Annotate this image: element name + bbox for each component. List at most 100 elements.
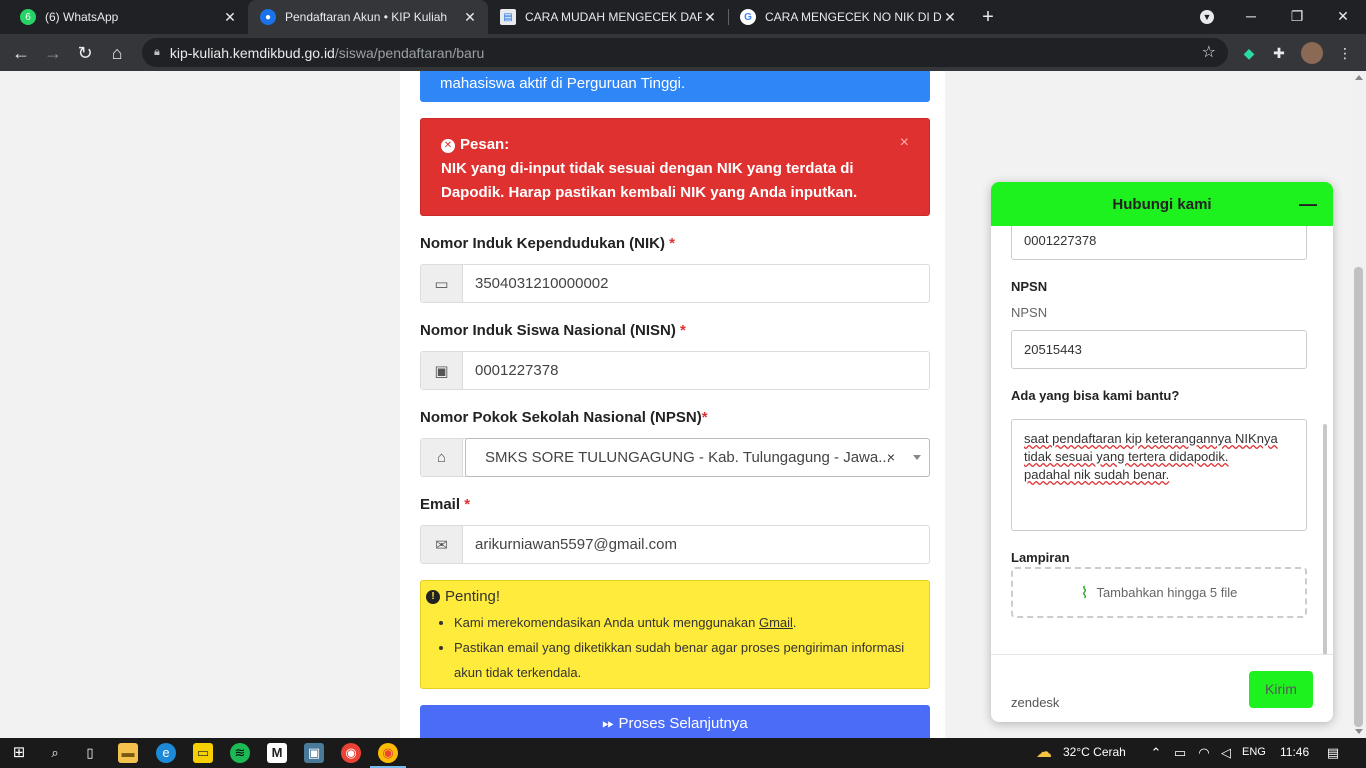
address-bar[interactable]: 🔒︎ kip-kuliah.kemdikbud.go.id/siswa/pend… [142, 38, 1228, 67]
profile-avatar[interactable] [1301, 42, 1323, 64]
notice-text: Kami merekomendasikan Anda untuk menggun… [454, 615, 759, 630]
tab-search-icon[interactable]: ▼ [1184, 0, 1230, 34]
tab-close-icon[interactable]: ✕ [462, 9, 478, 26]
widget-body: 0001227378 NPSN NPSN 20515443 Ada yang b… [991, 226, 1333, 654]
proceed-button[interactable]: ⏩︎ Proses Selanjutnya [420, 705, 930, 738]
bookmark-star-icon[interactable]: ☆ [1202, 42, 1216, 62]
email-field[interactable]: ✉ arikurniawan5597@gmail.com [420, 525, 930, 564]
browser-toolbar: ← → ↻ ⌂ 🔒︎ kip-kuliah.kemdikbud.go.id/si… [0, 34, 1366, 71]
email-input[interactable]: arikurniawan5597@gmail.com [463, 526, 929, 563]
lock-icon: 🔒︎ [154, 46, 160, 58]
id-card-icon: ▭ [421, 265, 463, 302]
task-view-icon[interactable]: ▯ [80, 743, 100, 763]
npsn-select[interactable]: SMKS SORE TULUNGAGUNG - Kab. Tulungagung… [465, 438, 930, 477]
scrollbar-thumb[interactable] [1354, 267, 1363, 727]
nisn-label: Nomor Induk Siswa Nasional (NISN) * [420, 322, 686, 339]
file-explorer-icon[interactable]: ▬ [118, 743, 138, 763]
tab-kip-kuliah[interactable]: ● Pendaftaran Akun • KIP Kuliah ✕ [248, 0, 488, 34]
minimize-button[interactable]: ─ [1228, 0, 1274, 34]
fast-forward-icon: ⏩︎ [602, 715, 615, 732]
close-window-button[interactable]: ✕ [1320, 0, 1366, 34]
widget-scrollbar[interactable] [1323, 424, 1327, 654]
tab-close-icon[interactable]: ✕ [222, 9, 238, 26]
chrome-active-icon[interactable]: ◉ [378, 743, 398, 763]
npsn-field[interactable]: ⌂ SMKS SORE TULUNGAGUNG - Kab. Tulungagu… [420, 438, 930, 477]
notifications-icon[interactable]: ▤ [1323, 743, 1343, 763]
restore-button[interactable]: ❐ [1274, 0, 1320, 34]
battery-icon[interactable]: ▭ [1170, 743, 1190, 763]
weather-text[interactable]: 32°C Cerah [1063, 745, 1126, 759]
nisn-field[interactable]: ▣ 0001227378 [420, 351, 930, 390]
page-scrollbar[interactable] [1351, 71, 1366, 738]
widget-message-textarea[interactable]: saat pendaftaran kip keterangannya NIKny… [1011, 419, 1307, 531]
url-path: /siswa/pendaftaran/baru [334, 44, 485, 61]
gmail-link[interactable]: Gmail [759, 615, 793, 630]
widget-footer: zendesk Kirim [991, 654, 1333, 722]
required-marker: * [464, 496, 471, 513]
registration-form: mahasiswa aktif di Perguruan Tinggi. ✕ Pe… [400, 71, 945, 738]
url-text: kip-kuliah.kemdikbud.go.id/siswa/pendaft… [170, 45, 484, 61]
chrome-icon[interactable]: ◉ [341, 743, 361, 763]
forward-icon[interactable]: → [40, 40, 66, 66]
photos-icon[interactable]: ▣ [304, 743, 324, 763]
doc-icon: ▤ [500, 9, 516, 25]
nik-label-text: Nomor Induk Kependudukan (NIK) [420, 235, 665, 252]
notice-item: Kami merekomendasikan Anda untuk menggun… [454, 610, 924, 635]
scroll-down-icon[interactable] [1355, 729, 1363, 734]
tab-close-icon[interactable]: ✕ [942, 9, 958, 26]
tab-cara-mengecek[interactable]: G CARA MENGECEK NO NIK DI DA ✕ [728, 0, 968, 34]
clock[interactable]: 11:46 [1280, 745, 1309, 759]
npsn-label-text: Nomor Pokok Sekolah Nasional (NPSN) [420, 409, 702, 426]
notice-item: Pastikan email yang diketikkan sudah ben… [454, 635, 924, 685]
required-marker: * [669, 235, 676, 252]
minimize-widget-button[interactable]: — [1299, 194, 1317, 215]
tab-cara-mudah[interactable]: ▤ CARA MUDAH MENGECEK DAPO ✕ [488, 0, 728, 34]
tab-whatsapp[interactable]: 6 (6) WhatsApp ✕ [8, 0, 248, 34]
id-badge-icon: ▣ [421, 352, 463, 389]
wifi-icon[interactable]: ◠ [1194, 743, 1214, 763]
widget-npsn-hint: NPSN [1011, 305, 1048, 320]
search-icon[interactable]: ⌕ [45, 743, 65, 763]
paperclip-icon: ⌇ [1080, 584, 1089, 602]
google-icon: G [740, 9, 756, 25]
extensions-puzzle-icon[interactable]: ✚ [1268, 42, 1290, 64]
chevron-down-icon[interactable] [913, 455, 921, 460]
back-icon[interactable]: ← [8, 40, 34, 66]
whatsapp-icon: 6 [20, 9, 36, 25]
sticky-notes-icon[interactable]: ▭ [193, 743, 213, 763]
widget-help-label: Ada yang bisa kami bantu? [1011, 388, 1180, 403]
reload-icon[interactable]: ↻ [72, 40, 98, 66]
nik-field[interactable]: ▭ 3504031210000002 [420, 264, 930, 303]
windows-start-icon[interactable]: ⊞ [9, 743, 29, 763]
widget-npsn-label: NPSN [1011, 279, 1048, 294]
app-m-icon[interactable]: M [267, 743, 287, 763]
weather-icon[interactable]: ☁ [1034, 743, 1054, 763]
info-banner-text: mahasiswa aktif di Perguruan Tinggi. [440, 75, 686, 92]
nik-input[interactable]: 3504031210000002 [463, 265, 929, 302]
exclamation-icon: ! [426, 589, 440, 604]
npsn-selected-value: SMKS SORE TULUNGAGUNG - Kab. Tulungagung… [485, 449, 891, 466]
send-button[interactable]: Kirim [1249, 671, 1313, 708]
widget-nisn-input[interactable]: 0001227378 [1011, 226, 1307, 260]
edge-icon[interactable]: e [156, 743, 176, 763]
nisn-input[interactable]: 0001227378 [463, 352, 929, 389]
home-icon[interactable]: ⌂ [104, 40, 130, 66]
error-circle-icon: ✕ [441, 139, 455, 153]
tab-title: CARA MUDAH MENGECEK DAPO [525, 10, 702, 24]
extension-icon[interactable]: ◆ [1238, 42, 1260, 64]
tab-close-icon[interactable]: ✕ [702, 9, 718, 26]
attach-files-button[interactable]: ⌇ Tambahkan hingga 5 file [1011, 567, 1307, 618]
select-clear-icon[interactable]: × [887, 449, 895, 465]
volume-icon[interactable]: ◁ [1216, 743, 1236, 763]
spotify-icon[interactable]: ≋ [230, 743, 250, 763]
chevron-up-icon[interactable]: ⌃ [1146, 743, 1166, 763]
error-title: Pesan: [460, 136, 510, 153]
widget-npsn-input[interactable]: 20515443 [1011, 330, 1307, 369]
alert-close-button[interactable]: × [900, 131, 909, 155]
attach-button-label: Tambahkan hingga 5 file [1096, 585, 1238, 600]
new-tab-button[interactable]: + [976, 5, 1000, 29]
language-indicator[interactable]: ENG [1242, 746, 1266, 758]
zendesk-logo[interactable]: zendesk [1011, 695, 1059, 710]
scroll-up-icon[interactable] [1355, 75, 1363, 80]
menu-icon[interactable]: ⋮ [1334, 42, 1356, 64]
